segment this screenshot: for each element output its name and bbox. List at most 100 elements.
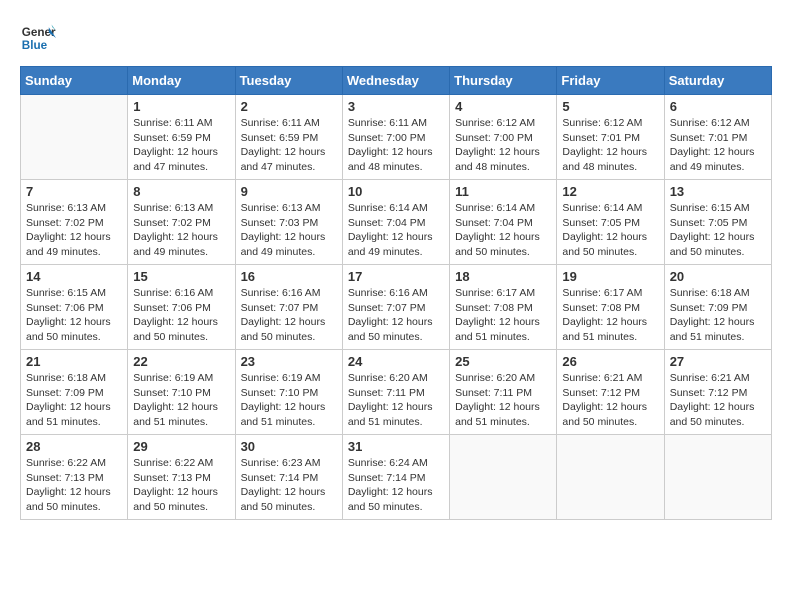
cell-content: Sunrise: 6:12 AM Sunset: 7:01 PM Dayligh… [562, 116, 658, 175]
cell-content: Sunrise: 6:15 AM Sunset: 7:05 PM Dayligh… [670, 201, 766, 260]
calendar-cell [557, 435, 664, 520]
cell-content: Sunrise: 6:11 AM Sunset: 6:59 PM Dayligh… [241, 116, 337, 175]
cell-content: Sunrise: 6:22 AM Sunset: 7:13 PM Dayligh… [26, 456, 122, 515]
calendar-cell: 12 Sunrise: 6:14 AM Sunset: 7:05 PM Dayli… [557, 180, 664, 265]
calendar-cell: 9Sunrise: 6:13 AM Sunset: 7:03 PM Daylig… [235, 180, 342, 265]
day-header-saturday: Saturday [664, 67, 771, 95]
calendar-cell: 20 Sunrise: 6:18 AM Sunset: 7:09 PM Dayli… [664, 265, 771, 350]
day-number: 9 [241, 184, 337, 199]
calendar-cell: 2 Sunrise: 6:11 AM Sunset: 6:59 PM Daylig… [235, 95, 342, 180]
cell-content: Sunrise: 6:14 AM Sunset: 7:04 PM Dayligh… [455, 201, 551, 260]
calendar-cell: 13 Sunrise: 6:15 AM Sunset: 7:05 PM Dayli… [664, 180, 771, 265]
day-number: 25 [455, 354, 551, 369]
week-row-4: 28 Sunrise: 6:22 AM Sunset: 7:13 PM Dayli… [21, 435, 772, 520]
calendar-cell: 30 Sunrise: 6:23 AM Sunset: 7:14 PM Dayli… [235, 435, 342, 520]
day-number: 7 [26, 184, 122, 199]
calendar-cell: 24Sunrise: 6:20 AM Sunset: 7:11 PM Dayli… [342, 350, 449, 435]
calendar-cell: 29 Sunrise: 6:22 AM Sunset: 7:13 PM Dayli… [128, 435, 235, 520]
calendar-cell: 11 Sunrise: 6:14 AM Sunset: 7:04 PM Dayli… [450, 180, 557, 265]
day-number: 12 [562, 184, 658, 199]
calendar-cell [450, 435, 557, 520]
day-number: 16 [241, 269, 337, 284]
cell-content: Sunrise: 6:18 AM Sunset: 7:09 PM Dayligh… [670, 286, 766, 345]
cell-content: Sunrise: 6:12 AM Sunset: 7:00 PM Dayligh… [455, 116, 551, 175]
cell-content: Sunrise: 6:18 AM Sunset: 7:09 PM Dayligh… [26, 371, 122, 430]
calendar-cell: 26 Sunrise: 6:21 AM Sunset: 7:12 PM Dayli… [557, 350, 664, 435]
cell-content: Sunrise: 6:16 AM Sunset: 7:06 PM Dayligh… [133, 286, 229, 345]
cell-content: Sunrise: 6:17 AM Sunset: 7:08 PM Dayligh… [562, 286, 658, 345]
cell-content: Sunrise: 6:15 AM Sunset: 7:06 PM Dayligh… [26, 286, 122, 345]
day-number: 26 [562, 354, 658, 369]
cell-content: Sunrise: 6:24 AM Sunset: 7:14 PM Dayligh… [348, 456, 444, 515]
cell-content: Sunrise: 6:12 AM Sunset: 7:01 PM Dayligh… [670, 116, 766, 175]
cell-content: Sunrise: 6:22 AM Sunset: 7:13 PM Dayligh… [133, 456, 229, 515]
day-number: 29 [133, 439, 229, 454]
day-number: 11 [455, 184, 551, 199]
day-number: 24 [348, 354, 444, 369]
cell-content: Sunrise: 6:21 AM Sunset: 7:12 PM Dayligh… [670, 371, 766, 430]
cell-content: Sunrise: 6:14 AM Sunset: 7:04 PM Dayligh… [348, 201, 444, 260]
calendar-cell: 18Sunrise: 6:17 AM Sunset: 7:08 PM Dayli… [450, 265, 557, 350]
day-number: 31 [348, 439, 444, 454]
day-number: 3 [348, 99, 444, 114]
logo-icon: General Blue [20, 20, 56, 56]
day-number: 6 [670, 99, 766, 114]
cell-content: Sunrise: 6:11 AM Sunset: 7:00 PM Dayligh… [348, 116, 444, 175]
calendar-cell: 27 Sunrise: 6:21 AM Sunset: 7:12 PM Dayli… [664, 350, 771, 435]
calendar-cell: 8Sunrise: 6:13 AM Sunset: 7:02 PM Daylig… [128, 180, 235, 265]
day-number: 2 [241, 99, 337, 114]
day-number: 22 [133, 354, 229, 369]
day-number: 4 [455, 99, 551, 114]
cell-content: Sunrise: 6:14 AM Sunset: 7:05 PM Dayligh… [562, 201, 658, 260]
week-row-1: 7Sunrise: 6:13 AM Sunset: 7:02 PM Daylig… [21, 180, 772, 265]
week-row-2: 14 Sunrise: 6:15 AM Sunset: 7:06 PM Dayli… [21, 265, 772, 350]
day-header-monday: Monday [128, 67, 235, 95]
calendar-cell: 31 Sunrise: 6:24 AM Sunset: 7:14 PM Dayli… [342, 435, 449, 520]
day-number: 13 [670, 184, 766, 199]
cell-content: Sunrise: 6:19 AM Sunset: 7:10 PM Dayligh… [133, 371, 229, 430]
page-header: General Blue [20, 20, 772, 56]
cell-content: Sunrise: 6:19 AM Sunset: 7:10 PM Dayligh… [241, 371, 337, 430]
calendar-cell: 5 Sunrise: 6:12 AM Sunset: 7:01 PM Daylig… [557, 95, 664, 180]
day-number: 10 [348, 184, 444, 199]
calendar-cell: 10 Sunrise: 6:14 AM Sunset: 7:04 PM Dayli… [342, 180, 449, 265]
calendar-cell [664, 435, 771, 520]
calendar-cell: 14 Sunrise: 6:15 AM Sunset: 7:06 PM Dayli… [21, 265, 128, 350]
calendar-cell [21, 95, 128, 180]
calendar-cell: 22 Sunrise: 6:19 AM Sunset: 7:10 PM Dayli… [128, 350, 235, 435]
week-row-3: 21 Sunrise: 6:18 AM Sunset: 7:09 PM Dayli… [21, 350, 772, 435]
logo: General Blue [20, 20, 60, 56]
cell-content: Sunrise: 6:17 AM Sunset: 7:08 PM Dayligh… [455, 286, 551, 345]
day-number: 8 [133, 184, 229, 199]
cell-content: Sunrise: 6:16 AM Sunset: 7:07 PM Dayligh… [348, 286, 444, 345]
cell-content: Sunrise: 6:11 AM Sunset: 6:59 PM Dayligh… [133, 116, 229, 175]
day-number: 5 [562, 99, 658, 114]
svg-text:Blue: Blue [22, 39, 48, 52]
day-header-tuesday: Tuesday [235, 67, 342, 95]
week-row-0: 1Sunrise: 6:11 AM Sunset: 6:59 PM Daylig… [21, 95, 772, 180]
cell-content: Sunrise: 6:20 AM Sunset: 7:11 PM Dayligh… [455, 371, 551, 430]
day-number: 21 [26, 354, 122, 369]
cell-content: Sunrise: 6:23 AM Sunset: 7:14 PM Dayligh… [241, 456, 337, 515]
day-number: 27 [670, 354, 766, 369]
calendar-cell: 4 Sunrise: 6:12 AM Sunset: 7:00 PM Daylig… [450, 95, 557, 180]
day-number: 20 [670, 269, 766, 284]
day-header-thursday: Thursday [450, 67, 557, 95]
calendar-cell: 6 Sunrise: 6:12 AM Sunset: 7:01 PM Daylig… [664, 95, 771, 180]
day-number: 23 [241, 354, 337, 369]
day-number: 14 [26, 269, 122, 284]
calendar-cell: 25 Sunrise: 6:20 AM Sunset: 7:11 PM Dayli… [450, 350, 557, 435]
calendar-table: SundayMondayTuesdayWednesdayThursdayFrid… [20, 66, 772, 520]
calendar-cell: 7Sunrise: 6:13 AM Sunset: 7:02 PM Daylig… [21, 180, 128, 265]
day-header-sunday: Sunday [21, 67, 128, 95]
calendar-cell: 28 Sunrise: 6:22 AM Sunset: 7:13 PM Dayli… [21, 435, 128, 520]
cell-content: Sunrise: 6:16 AM Sunset: 7:07 PM Dayligh… [241, 286, 337, 345]
calendar-cell: 3 Sunrise: 6:11 AM Sunset: 7:00 PM Daylig… [342, 95, 449, 180]
cell-content: Sunrise: 6:21 AM Sunset: 7:12 PM Dayligh… [562, 371, 658, 430]
day-number: 17 [348, 269, 444, 284]
calendar-cell: 17 Sunrise: 6:16 AM Sunset: 7:07 PM Dayli… [342, 265, 449, 350]
day-number: 30 [241, 439, 337, 454]
day-number: 28 [26, 439, 122, 454]
day-header-wednesday: Wednesday [342, 67, 449, 95]
calendar-cell: 15Sunrise: 6:16 AM Sunset: 7:06 PM Dayli… [128, 265, 235, 350]
